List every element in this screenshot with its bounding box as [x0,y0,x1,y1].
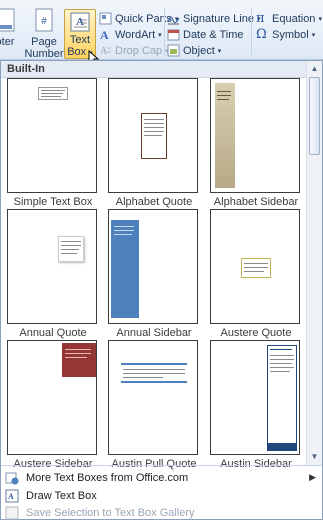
gallery-tile-austere-quote[interactable]: Austere Quote [210,209,302,339]
draw-text-box-icon: A [5,489,19,502]
gallery-tile-austin-pull-quote[interactable]: Austin Pull Quote [108,340,200,470]
tile-label: Annual Quote [19,327,87,339]
calendar-icon [167,29,180,41]
tile-label: Annual Sidebar [116,327,192,339]
tile-label: Alphabet Sidebar [213,196,299,208]
office-online-icon [5,472,19,484]
signature-line-button[interactable]: Signature Line ▾ [167,12,260,25]
menu-label: More Text Boxes from Office.com [26,471,189,484]
svg-text:A: A [76,16,84,28]
tile-label: Simple Text Box [13,196,93,208]
tile-label: Alphabet Quote [115,196,193,208]
ribbon-separator [164,8,165,56]
footer-icon [0,8,15,32]
object-button[interactable]: Object ▾ [167,44,221,57]
omega-icon: Ω [256,27,267,42]
text-box-label-1: Text [69,34,91,46]
quick-parts-icon [99,12,112,25]
gallery-tile-alphabet-sidebar[interactable]: Alphabet Sidebar [210,78,302,208]
gallery-tile-simple-text-box[interactable]: Simple Text Box [7,78,99,208]
wordart-button[interactable]: A WordArt ▾ [99,28,162,41]
svg-text:#: # [41,16,47,27]
gallery-tile-annual-quote[interactable]: Annual Quote [7,209,99,339]
tile-thumbnail [108,209,198,324]
symbol-button[interactable]: Ω Symbol ▾ [256,28,315,41]
gallery-tile-alphabet-quote[interactable]: Alphabet Quote [108,78,200,208]
gallery-tile-austere-sidebar[interactable]: Austere Sidebar [7,340,99,470]
gallery-tile-austin-sidebar[interactable]: Austin Sidebar [210,340,302,470]
tile-thumbnail [7,340,97,455]
ribbon: oter # Page Number ▾ A Text Box ▾ Quick … [0,0,323,71]
tile-thumbnail [210,78,300,193]
date-time-button[interactable]: Date & Time [167,28,244,41]
draw-text-box-menu-item[interactable]: A Draw Text Box [1,487,322,504]
text-box-preview [241,258,271,278]
tile-thumbnail [108,78,198,193]
page-number-icon: # [35,8,53,32]
tile-thumbnail [210,340,300,455]
page-number-label-1: Page [31,36,57,48]
footer-button[interactable]: oter [0,8,16,48]
tile-thumbnail [210,209,300,324]
svg-text:A: A [8,492,14,501]
menu-label: Save Selection to Text Box Gallery [26,506,195,519]
scrollbar-thumb[interactable] [309,77,320,155]
gallery-tile-annual-sidebar[interactable]: Annual Sidebar [108,209,200,339]
tile-label: Austere Quote [220,327,292,339]
wordart-icon: A [100,28,109,41]
save-selection-menu-item: Save Selection to Text Box Gallery [1,504,322,520]
svg-text:A: A [100,28,109,41]
footer-label: oter [0,36,15,48]
save-selection-icon [5,506,19,519]
text-box-icon: A [70,12,90,32]
sidebar-preview [267,345,297,451]
scroll-up-icon[interactable]: ▲ [309,63,320,75]
text-box-gallery: Built-In ▲ ▼ Simple Text Box Alphabet Qu… [0,60,323,520]
svg-text:A: A [100,46,108,57]
menu-separator [1,465,322,466]
drop-cap-button: A Drop Cap ▾ [100,44,169,58]
object-icon [167,44,180,57]
submenu-arrow-icon: ▶ [309,472,316,482]
drop-cap-icon: A [100,46,111,57]
tile-thumbnail [7,209,97,324]
gallery-scrollbar[interactable]: ▲ ▼ [306,61,322,465]
scroll-down-icon[interactable]: ▼ [309,451,320,463]
tile-thumbnail [7,78,97,193]
tile-thumbnail [108,340,198,455]
equation-button[interactable]: π Equation ▾ [256,12,322,25]
section-header-built-in: Built-In [1,61,307,78]
signature-line-icon [167,16,180,25]
ribbon-separator [251,8,252,56]
pi-icon: π [256,11,265,26]
menu-label: Draw Text Box [26,489,97,502]
more-text-boxes-menu-item[interactable]: More Text Boxes from Office.com ▶ [1,469,322,486]
